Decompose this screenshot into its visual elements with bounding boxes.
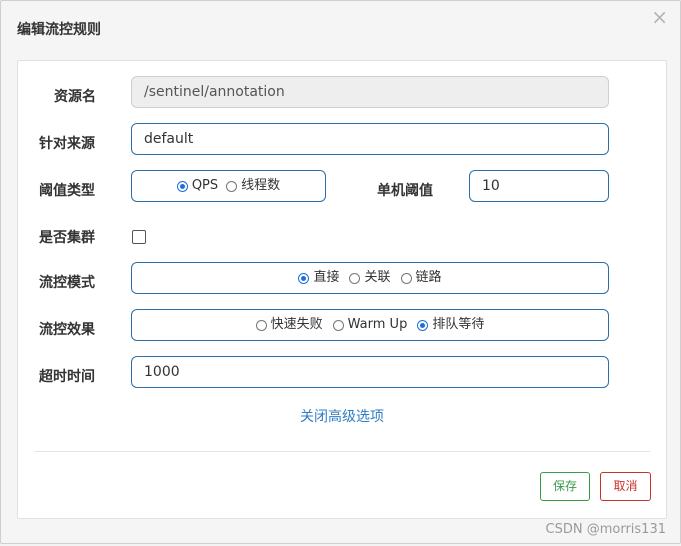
- radio-dot[interactable]: [255, 319, 267, 331]
- cluster-label: 是否集群: [39, 230, 95, 246]
- radio-queue[interactable]: 排队等待: [417, 310, 484, 340]
- resource-name-input: [131, 76, 609, 108]
- radio-relate[interactable]: 关联: [349, 263, 391, 293]
- radio-direct-label: 直接: [313, 270, 340, 285]
- single-threshold-label: 单机阈值: [377, 183, 433, 199]
- radio-chain-label: 链路: [415, 270, 442, 285]
- radio-qps-label: QPS: [191, 178, 219, 193]
- close-icon[interactable]: ×: [651, 7, 668, 27]
- radio-direct[interactable]: 直接: [298, 263, 339, 293]
- save-button[interactable]: 保存: [540, 472, 590, 501]
- form-panel: 资源名 针对来源 阈值类型 QPS 线程数 单机阈值 是否集群 流控模式: [17, 60, 667, 519]
- radio-dot[interactable]: [332, 319, 344, 331]
- timeout-input[interactable]: [131, 356, 609, 388]
- radio-dot-selected[interactable]: [298, 272, 310, 284]
- radio-dot[interactable]: [349, 272, 361, 284]
- radio-dot[interactable]: [400, 272, 412, 284]
- flow-effect-radio-group: 快速失败 Warm Up 排队等待: [131, 309, 609, 341]
- radio-thread-count[interactable]: 线程数: [226, 171, 280, 201]
- radio-warm-up[interactable]: Warm Up: [332, 310, 408, 340]
- radio-qps[interactable]: QPS: [176, 171, 219, 201]
- radio-warm-up-label: Warm Up: [347, 317, 408, 332]
- radio-queue-label: 排队等待: [432, 317, 485, 332]
- radio-dot[interactable]: [226, 180, 238, 192]
- cancel-button[interactable]: 取消: [600, 472, 651, 501]
- edit-flow-rule-dialog: 编辑流控规则 × 资源名 针对来源 阈值类型 QPS 线程数 单机阈值 是否集群…: [0, 0, 681, 544]
- resource-name-label: 资源名: [54, 89, 96, 105]
- flow-mode-label: 流控模式: [39, 275, 95, 291]
- timeout-label: 超时时间: [39, 369, 95, 385]
- threshold-type-label: 阈值类型: [39, 183, 95, 199]
- cluster-checkbox[interactable]: [132, 230, 146, 244]
- flow-effect-label: 流控效果: [39, 322, 95, 338]
- toggle-advanced-options-link[interactable]: 关闭高级选项: [18, 406, 666, 426]
- single-threshold-input[interactable]: [469, 170, 609, 202]
- radio-relate-label: 关联: [364, 270, 391, 285]
- radio-fast-fail-label: 快速失败: [270, 317, 323, 332]
- limit-app-label: 针对来源: [39, 136, 95, 152]
- footer-divider: [34, 451, 650, 452]
- radio-dot-selected[interactable]: [176, 180, 188, 192]
- limit-app-input[interactable]: [131, 123, 609, 155]
- watermark: CSDN @morris131: [545, 522, 666, 537]
- radio-chain[interactable]: 链路: [400, 263, 442, 293]
- radio-fast-fail[interactable]: 快速失败: [255, 310, 323, 340]
- threshold-type-radio-group: QPS 线程数: [131, 170, 326, 202]
- flow-mode-radio-group: 直接 关联 链路: [131, 262, 609, 294]
- dialog-title: 编辑流控规则: [17, 22, 101, 38]
- radio-thread-count-label: 线程数: [241, 178, 281, 193]
- radio-dot-selected[interactable]: [417, 319, 429, 331]
